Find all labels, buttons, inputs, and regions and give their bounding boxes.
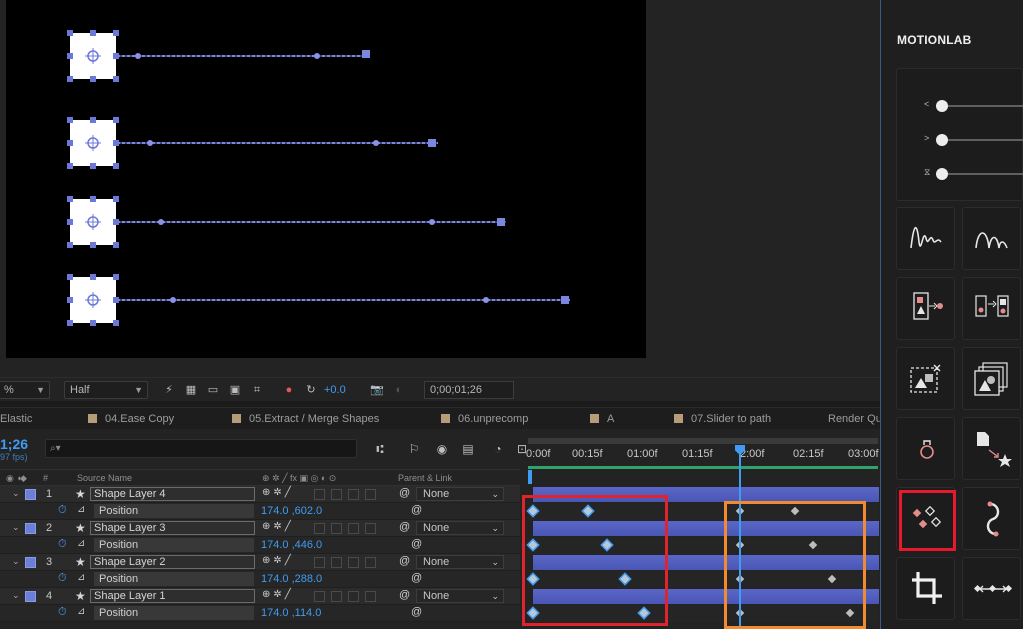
zoom-select[interactable]: % ▼	[0, 381, 50, 399]
slider-knob[interactable]	[936, 134, 948, 146]
slider-track[interactable]	[939, 173, 1023, 175]
tab-label: Render Qu	[828, 413, 882, 425]
merge-layers-button[interactable]	[962, 347, 1021, 410]
slider-track[interactable]	[939, 105, 1023, 107]
distribute-icon	[973, 584, 1013, 593]
shape-layers-preview	[67, 30, 570, 326]
shape-layer-4-preview	[67, 30, 370, 82]
chevron-down-icon: ▼	[36, 385, 45, 395]
anchor-drop-button[interactable]	[896, 417, 955, 480]
composition-viewer	[0, 0, 880, 377]
tab-label: 05.Extract / Merge Shapes	[249, 413, 380, 425]
color-channels-icon[interactable]: ●	[282, 383, 296, 397]
file-to-star-icon	[977, 432, 1012, 467]
tab-label: 07.Slider to path	[691, 413, 772, 425]
bounce-button[interactable]	[962, 207, 1021, 270]
shape-to-point-button[interactable]	[896, 277, 955, 340]
highlight-box-orange	[724, 501, 866, 629]
reset-exposure-icon[interactable]: ↻	[304, 383, 318, 397]
anchor-drop-icon	[920, 440, 934, 459]
exposure-value[interactable]: +0.0	[324, 384, 346, 396]
path-hook-button[interactable]	[962, 487, 1021, 550]
slider-knob[interactable]	[936, 168, 948, 180]
zoom-value: %	[4, 384, 14, 396]
snapshot-icon[interactable]: 📷	[370, 383, 384, 397]
tab-elastic[interactable]: Elastic	[0, 412, 32, 426]
viewer-timecode[interactable]: 0;00;01;26	[424, 381, 514, 399]
panel-title: MOTIONLAB	[897, 33, 972, 47]
ease-in-slider[interactable]: <	[924, 99, 1023, 112]
shape-layer-2-preview	[67, 196, 506, 248]
viewer-toolbar: % ▼ Half ▼ ⚡ ▦ ▭ ▣ ⌗ ● ↻ +0.0 📷 ◐ 0;00;01;…	[0, 377, 880, 401]
slider-knob[interactable]	[936, 100, 948, 112]
slider-label: ⧖	[924, 167, 931, 177]
tab-a[interactable]: A	[590, 412, 614, 426]
highlight-box-red	[899, 490, 956, 551]
motionlab-panel: MOTIONLAB < > ⧖	[880, 0, 1023, 629]
tab-extract-merge-shapes[interactable]: 05.Extract / Merge Shapes	[232, 412, 379, 426]
show-snapshot-icon[interactable]: ◐	[392, 383, 406, 397]
resolution-value: Half	[70, 384, 90, 396]
tab-label: Elastic	[0, 413, 33, 425]
label-color-swatch	[88, 414, 97, 423]
point-to-shape-button[interactable]	[962, 277, 1021, 340]
composition-tabs: Elastic 04.Ease Copy 05.Extract / Merge …	[0, 407, 882, 429]
label-color-swatch	[674, 414, 683, 423]
composition-canvas[interactable]	[6, 0, 646, 358]
guides-icon[interactable]: ⌗	[250, 383, 264, 397]
file-to-star-button[interactable]	[962, 417, 1021, 480]
slider-label: <	[924, 99, 930, 109]
resolution-select[interactable]: Half ▼	[64, 381, 148, 399]
shape-layer-3-preview	[67, 117, 438, 169]
distribute-button[interactable]	[962, 557, 1021, 620]
shape-to-point-icon	[913, 292, 943, 320]
path-hook-icon	[986, 501, 1000, 537]
label-color-swatch	[441, 414, 450, 423]
tab-unprecomp[interactable]: 06.unprecomp	[441, 412, 528, 426]
extract-shapes-button[interactable]	[896, 347, 955, 410]
mask-visibility-icon[interactable]: ▭	[206, 383, 220, 397]
elastic-button[interactable]	[896, 207, 955, 270]
chevron-down-icon: ▼	[134, 385, 143, 395]
timeline-panel: 1;26 97 fps) ⌕▾ ⑆ ⚐ ◉ ▤ ◔ ⊡ ◉ ◖ ◆ # Sour…	[0, 429, 880, 629]
tab-ease-copy[interactable]: 04.Ease Copy	[88, 412, 174, 426]
tab-render-queue[interactable]: Render Qu	[828, 412, 882, 426]
shape-layer-1-preview	[67, 274, 570, 326]
duration-slider[interactable]: ⧖	[924, 167, 1023, 180]
tab-label: A	[607, 413, 615, 425]
tab-slider-to-path[interactable]: 07.Slider to path	[674, 412, 771, 426]
tab-label: 04.Ease Copy	[105, 413, 175, 425]
crop-button[interactable]	[896, 557, 955, 620]
wave-elastic-icon	[910, 226, 942, 249]
crop-icon	[912, 572, 942, 604]
highlight-box-red	[522, 495, 668, 626]
point-to-shape-icon	[975, 295, 1009, 317]
slider-label: >	[924, 133, 930, 143]
slider-track[interactable]	[939, 139, 1023, 141]
ease-sliders-card: < > ⧖	[896, 68, 1023, 201]
ease-out-slider[interactable]: >	[924, 133, 1023, 146]
transparency-grid-icon[interactable]: ▦	[184, 383, 198, 397]
label-color-swatch	[590, 414, 599, 423]
label-color-swatch	[232, 414, 241, 423]
region-of-interest-icon[interactable]: ▣	[228, 383, 242, 397]
extract-shapes-icon	[910, 364, 941, 393]
wave-bounce-icon	[975, 232, 1008, 249]
tab-label: 06.unprecomp	[458, 413, 529, 425]
merge-layers-icon	[974, 362, 1008, 396]
fast-preview-icon[interactable]: ⚡	[162, 383, 176, 397]
